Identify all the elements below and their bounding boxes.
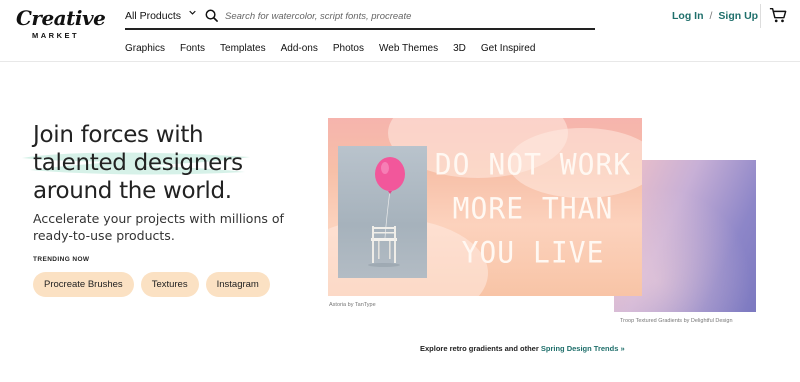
balloon-chair-photo: [338, 146, 427, 278]
site-header: Creative MARKET All Products Graphics Fo…: [0, 0, 800, 62]
auth-separator: /: [709, 10, 713, 22]
poster-line: MORE THAN: [452, 191, 614, 226]
auth-links: Log In / Sign Up: [672, 10, 758, 22]
trending-pill-textures[interactable]: Textures: [140, 272, 199, 297]
signup-link[interactable]: Sign Up: [718, 10, 758, 22]
explore-trends-text: Explore retro gradients and other Spring…: [420, 344, 625, 353]
search-bar: All Products: [125, 6, 595, 30]
nav-item-add-ons[interactable]: Add-ons: [281, 43, 318, 55]
nav-item-photos[interactable]: Photos: [333, 43, 364, 55]
trending-pill-instagram[interactable]: Instagram: [205, 272, 270, 297]
category-select[interactable]: All Products: [125, 10, 181, 22]
nav-item-templates[interactable]: Templates: [220, 43, 266, 55]
search-input[interactable]: [225, 6, 585, 26]
cart-icon[interactable]: [769, 6, 787, 24]
main-nav: Graphics Fonts Templates Add-ons Photos …: [125, 43, 550, 55]
spring-design-trends-link[interactable]: Spring Design Trends »: [541, 344, 625, 353]
trending-pills: Procreate Brushes Textures Instagram: [33, 272, 270, 297]
headline-line: around the world.: [33, 178, 232, 204]
hero-headline: Join forces with talented designers arou…: [33, 121, 303, 205]
poster-quote: DO NOT WORK MORE THAN YOU LIVE: [433, 143, 633, 275]
nav-item-fonts[interactable]: Fonts: [180, 43, 205, 55]
nav-item-3d[interactable]: 3D: [453, 43, 466, 55]
header-divider: [760, 4, 761, 28]
poster-line: YOU LIVE: [461, 235, 605, 270]
headline-line: Join forces with: [33, 122, 204, 148]
trending-pill-procreate-brushes[interactable]: Procreate Brushes: [33, 272, 134, 297]
logo-wordmark: Creative: [16, 6, 106, 30]
balloon-chair-illustration: [368, 157, 405, 267]
nav-item-get-inspired[interactable]: Get Inspired: [481, 43, 535, 55]
creative-market-logo[interactable]: Creative MARKET: [16, 6, 106, 42]
headline-line: talented designers: [33, 150, 243, 176]
chevron-down-icon[interactable]: [189, 9, 196, 16]
trending-label: TRENDING NOW: [33, 256, 90, 263]
explore-prefix: Explore retro gradients and other: [420, 344, 541, 353]
logo-subtitle: MARKET: [32, 31, 80, 40]
nav-item-graphics[interactable]: Graphics: [125, 43, 165, 55]
subhead-line: Accelerate your projects with millions o…: [33, 211, 284, 226]
poster-line: DO NOT WORK: [434, 147, 632, 182]
image-caption-back[interactable]: Troop Textured Gradients by Delightful D…: [620, 318, 733, 324]
search-icon[interactable]: [205, 9, 218, 22]
subhead-line: ready-to-use products.: [33, 228, 175, 243]
nav-item-web-themes[interactable]: Web Themes: [379, 43, 438, 55]
poster-image[interactable]: DO NOT WORK MORE THAN YOU LIVE: [328, 118, 642, 296]
hero-subhead: Accelerate your projects with millions o…: [33, 210, 303, 244]
login-link[interactable]: Log In: [672, 10, 704, 22]
image-caption-front[interactable]: Astoria by TanType: [329, 302, 376, 308]
